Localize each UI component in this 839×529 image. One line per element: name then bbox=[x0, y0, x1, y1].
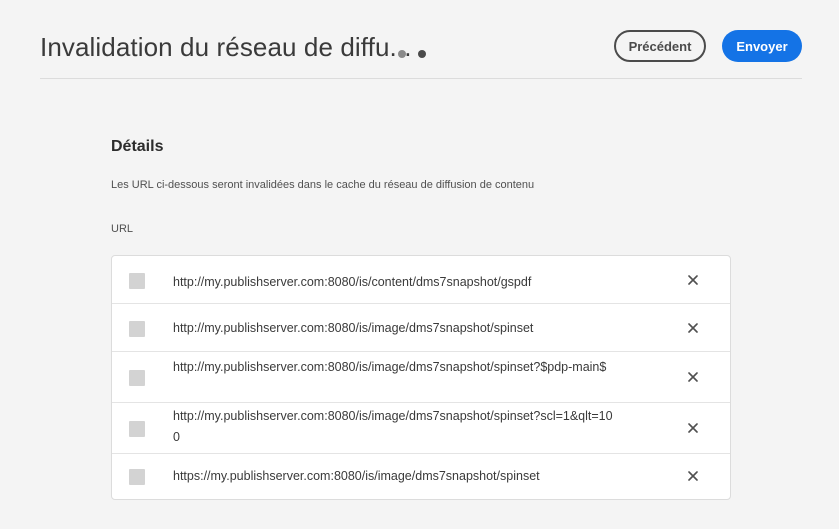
checkbox-icon[interactable] bbox=[129, 321, 145, 337]
checkbox-icon[interactable] bbox=[129, 421, 145, 437]
previous-button[interactable]: Précédent bbox=[614, 30, 706, 62]
close-icon[interactable] bbox=[686, 273, 700, 287]
url-list: http://my.publishserver.com:8080/is/cont… bbox=[111, 255, 731, 500]
checkbox-icon[interactable] bbox=[129, 370, 145, 386]
url-text: http://my.publishserver.com:8080/is/imag… bbox=[173, 321, 534, 335]
close-icon[interactable] bbox=[686, 321, 700, 335]
section-description: Les URL ci-dessous seront invalidées dan… bbox=[111, 179, 535, 191]
url-text: https://my.publishserver.com:8080/is/ima… bbox=[173, 469, 540, 483]
url-row: http://my.publishserver.com:8080/is/cont… bbox=[112, 256, 730, 304]
url-text: http://my.publishserver.com:8080/is/imag… bbox=[173, 360, 607, 374]
close-icon[interactable] bbox=[686, 421, 700, 435]
url-row: http://my.publishserver.com:8080/is/imag… bbox=[112, 352, 730, 403]
url-row: http://my.publishserver.com:8080/is/imag… bbox=[112, 403, 730, 454]
close-icon[interactable] bbox=[686, 370, 700, 384]
step-dot-current bbox=[418, 50, 426, 58]
checkbox-icon[interactable] bbox=[129, 469, 145, 485]
url-text: http://my.publishserver.com:8080/is/cont… bbox=[173, 275, 532, 289]
step-dot-completed bbox=[398, 50, 406, 58]
close-icon[interactable] bbox=[686, 469, 700, 483]
section-heading: Détails bbox=[111, 138, 164, 155]
url-text: http://my.publishserver.com:8080/is/imag… bbox=[173, 409, 613, 444]
url-row: http://my.publishserver.com:8080/is/imag… bbox=[112, 304, 730, 352]
page-header: Invalidation du réseau de diffu... Précé… bbox=[40, 0, 802, 79]
submit-button[interactable]: Envoyer bbox=[722, 30, 802, 62]
url-row: https://my.publishserver.com:8080/is/ima… bbox=[112, 454, 730, 499]
page-title: Invalidation du réseau de diffu... bbox=[40, 32, 412, 62]
url-field-label: URL bbox=[111, 223, 134, 235]
checkbox-icon[interactable] bbox=[129, 273, 145, 289]
